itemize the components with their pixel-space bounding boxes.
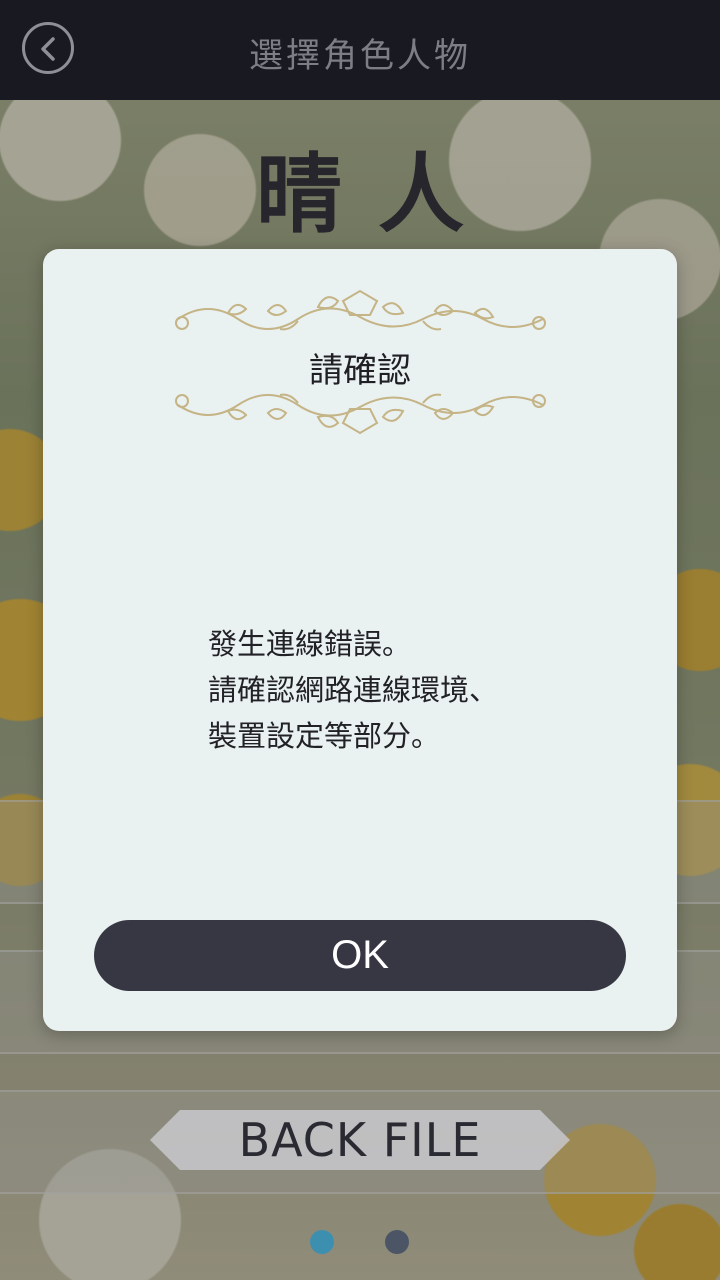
- message-line: 發生連線錯誤。: [208, 627, 412, 661]
- ok-button[interactable]: OK: [94, 920, 626, 991]
- dialog-message: 發生連線錯誤。 請確認網路連線環境、 裝置設定等部分。: [208, 621, 628, 759]
- message-line: 裝置設定等部分。: [208, 719, 441, 753]
- vine-ornament-icon: [175, 289, 546, 331]
- message-line: 請確認網路連線環境、: [208, 673, 499, 707]
- confirm-dialog: 請確認 發生連線錯誤。 請確認網路連線環境、 裝置設定等部分。 OK: [43, 249, 677, 1031]
- modal-overlay: 請確認 發生連線錯誤。 請確認網路連線環境、 裝置設定等部分。 OK: [0, 0, 720, 1280]
- vine-ornament-icon: [175, 393, 546, 435]
